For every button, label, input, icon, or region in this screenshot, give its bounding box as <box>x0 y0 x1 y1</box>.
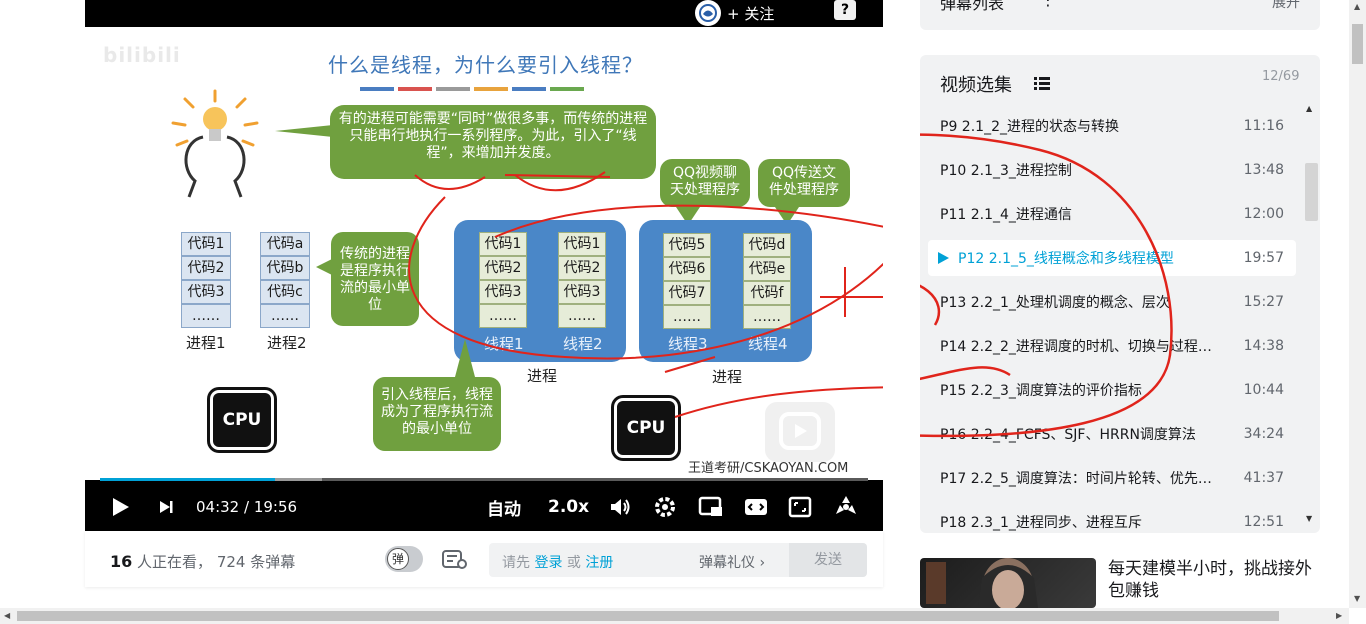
scroll-up-arrow[interactable]: ▲ <box>1354 2 1360 11</box>
play-icon <box>113 498 129 516</box>
settings-button[interactable] <box>653 485 677 529</box>
fullscreen-page-button[interactable] <box>788 485 812 529</box>
viewer-info: 16 人正在看， 724 条弹幕 <box>110 551 295 572</box>
danmaku-etiquette-link[interactable]: 弹幕礼仪 › <box>699 552 765 572</box>
player-controls: 04:32 / 19:56 自动 2.0x <box>85 485 883 531</box>
fullscreen-button[interactable] <box>833 485 859 529</box>
login-link[interactable]: 登录 <box>534 555 562 571</box>
scroll-down-arrow[interactable]: ▼ <box>1354 594 1360 603</box>
viewer-count: 16 <box>110 552 133 571</box>
picture-in-picture-icon <box>698 496 722 516</box>
player-top-bar: + 关注 ? <box>85 0 883 27</box>
danmaku-toggle[interactable]: 弹 <box>385 546 423 572</box>
recommended-video-title[interactable]: 每天建模半小时，挑战接外包赚钱 <box>1108 558 1323 602</box>
time-total: 19:56 <box>253 498 298 516</box>
send-button[interactable]: 发送 <box>789 543 867 577</box>
play-button[interactable] <box>109 485 131 529</box>
danmaku-count: 724 条弹幕 <box>212 553 296 571</box>
fullscreen-page-icon <box>788 496 812 518</box>
pip-button[interactable] <box>698 485 724 529</box>
progress-played <box>100 478 276 481</box>
danmaku-settings-button[interactable] <box>442 549 468 571</box>
progress-bar[interactable] <box>100 478 868 481</box>
danmaku-input[interactable]: 请先 登录 或 注册 弹幕礼仪 › <box>489 543 789 577</box>
volume-icon <box>611 499 630 515</box>
player-sending-bar: 16 人正在看， 724 条弹幕 弹 请先 登录 或 注册 弹幕礼仪 › 发送 <box>85 531 883 587</box>
danmaku-toggle-knob: 弹 <box>387 548 409 570</box>
volume-button[interactable] <box>608 485 632 529</box>
episode-scroll-down-arrow[interactable]: ▼ <box>1306 514 1312 523</box>
register-link[interactable]: 注册 <box>585 555 613 571</box>
recommended-video-thumbnail[interactable] <box>920 558 1096 608</box>
uploader-logo-icon <box>695 0 721 26</box>
widescreen-button[interactable] <box>743 485 769 529</box>
speed-button[interactable]: 2.0x <box>548 485 589 529</box>
login-prompt: 请先 <box>502 555 535 571</box>
gear-icon <box>655 497 675 517</box>
recommended-video-card[interactable]: 每天建模半小时，挑战接外包赚钱 <box>920 558 1320 608</box>
page-vertical-scrollbar[interactable]: ▲ ▼ <box>1349 0 1366 608</box>
viewer-text: 人正在看， <box>132 553 213 571</box>
follow-button[interactable]: + 关注 <box>695 0 774 26</box>
episode-annotation-strokes <box>920 133 1173 438</box>
danmaku-list-title: 弹幕列表 <box>940 0 1005 13</box>
time-separator: / <box>239 498 254 516</box>
time-current: 04:32 <box>196 498 240 516</box>
time-display: 04:32 / 19:56 <box>196 485 297 529</box>
video-frame[interactable]: bilibili 什么是线程，为什么要引入线程？ 有的进程可能需要“同时”做很多… <box>85 27 883 480</box>
help-button[interactable]: ? <box>834 0 856 20</box>
next-button[interactable] <box>157 485 175 529</box>
follow-label: + 关注 <box>727 4 775 23</box>
video-player[interactable]: + 关注 ? bilibili 什么是线程，为什么要引入线程？ 有的进程可能需要… <box>85 0 883 531</box>
page-horizontal-scrollbar[interactable]: ◀ ▶ <box>0 608 1349 624</box>
danmaku-list-expand[interactable]: 展开 <box>1272 0 1300 12</box>
quality-button[interactable]: 自动 <box>487 485 521 529</box>
next-icon <box>160 501 173 513</box>
red-annotation-strokes <box>408 171 883 418</box>
episode-panel: 视频选集 12/69 P9 2.1_2_进程的状态与转换 11:16 P10 2.1… <box>920 55 1320 533</box>
episode-scrollbar[interactable] <box>1305 163 1318 221</box>
danmaku-list-more-icon[interactable]: ⋮ <box>1040 0 1056 9</box>
danmaku-settings-icon <box>442 550 467 569</box>
vertical-scroll-thumb[interactable] <box>1352 24 1363 64</box>
fullscreen-icon <box>836 496 856 514</box>
scroll-right-arrow[interactable]: ▶ <box>1336 611 1342 620</box>
or-text: 或 <box>562 555 586 571</box>
widescreen-icon <box>745 499 767 515</box>
episode-scroll-up-arrow[interactable]: ▲ <box>1306 104 1312 113</box>
scroll-left-arrow[interactable]: ◀ <box>4 611 10 620</box>
horizontal-scroll-thumb[interactable] <box>17 611 1279 621</box>
danmaku-list-header[interactable]: 弹幕列表 ⋮ 展开 <box>920 0 1320 30</box>
